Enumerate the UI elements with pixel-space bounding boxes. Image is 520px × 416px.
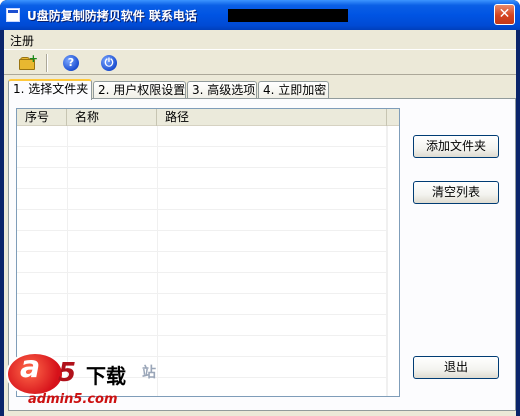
app-icon [6, 8, 20, 22]
list-row [17, 168, 387, 189]
list-row [17, 294, 387, 315]
list-row [17, 273, 387, 294]
list-row [17, 315, 387, 336]
clear-list-button[interactable]: 清空列表 [413, 181, 499, 204]
tab-encrypt-now[interactable]: 4. 立即加密 [258, 81, 329, 99]
toolbar-separator [46, 54, 48, 72]
help-icon: ? [63, 55, 79, 71]
power-icon: ⏻ [101, 55, 117, 71]
list-row [17, 126, 387, 147]
redacted-phone [228, 9, 348, 22]
tab-user-permissions[interactable]: 2. 用户权限设置 [93, 81, 186, 99]
add-folder-toolbar-button[interactable]: + [16, 52, 38, 74]
list-header: 序号 名称 路径 [17, 109, 399, 126]
app-window: U盘防复制防拷贝软件 联系电话 ✕ 注册 + ? ⏻ 1. 选择文件夹 2. 用… [0, 0, 520, 416]
list-row [17, 147, 387, 168]
column-index[interactable]: 序号 [17, 109, 67, 126]
watermark-logo: a 5 下载 站 admin5.com [0, 348, 170, 416]
watermark-digit: 5 [58, 358, 77, 388]
help-toolbar-button[interactable]: ? [60, 52, 82, 74]
watermark-url: admin5.com [28, 392, 118, 407]
watermark-letter: a [20, 350, 41, 385]
exit-button[interactable]: 退出 [413, 356, 499, 379]
toolbar: + ? ⏻ [4, 49, 516, 75]
watermark-brand: 下载 [86, 364, 126, 388]
tab-advanced-options[interactable]: 3. 高级选项 [187, 81, 257, 99]
list-scroll-gutter [387, 126, 399, 396]
list-row [17, 210, 387, 231]
menu-register[interactable]: 注册 [8, 32, 36, 49]
list-row [17, 252, 387, 273]
column-path[interactable]: 路径 [157, 109, 387, 126]
menu-bar: 注册 [4, 30, 516, 48]
tab-select-folder[interactable]: 1. 选择文件夹 [8, 79, 92, 100]
list-row [17, 231, 387, 252]
list-row [17, 189, 387, 210]
exit-toolbar-button[interactable]: ⏻ [98, 52, 120, 74]
window-title: U盘防复制防拷贝软件 联系电话 [27, 9, 197, 23]
watermark-partial: 站 [142, 365, 156, 381]
column-name[interactable]: 名称 [67, 109, 157, 126]
title-bar[interactable]: U盘防复制防拷贝软件 联系电话 ✕ [0, 0, 520, 30]
add-folder-button[interactable]: 添加文件夹 [413, 135, 499, 158]
add-folder-icon: + [19, 53, 38, 70]
close-button[interactable]: ✕ [494, 4, 515, 25]
